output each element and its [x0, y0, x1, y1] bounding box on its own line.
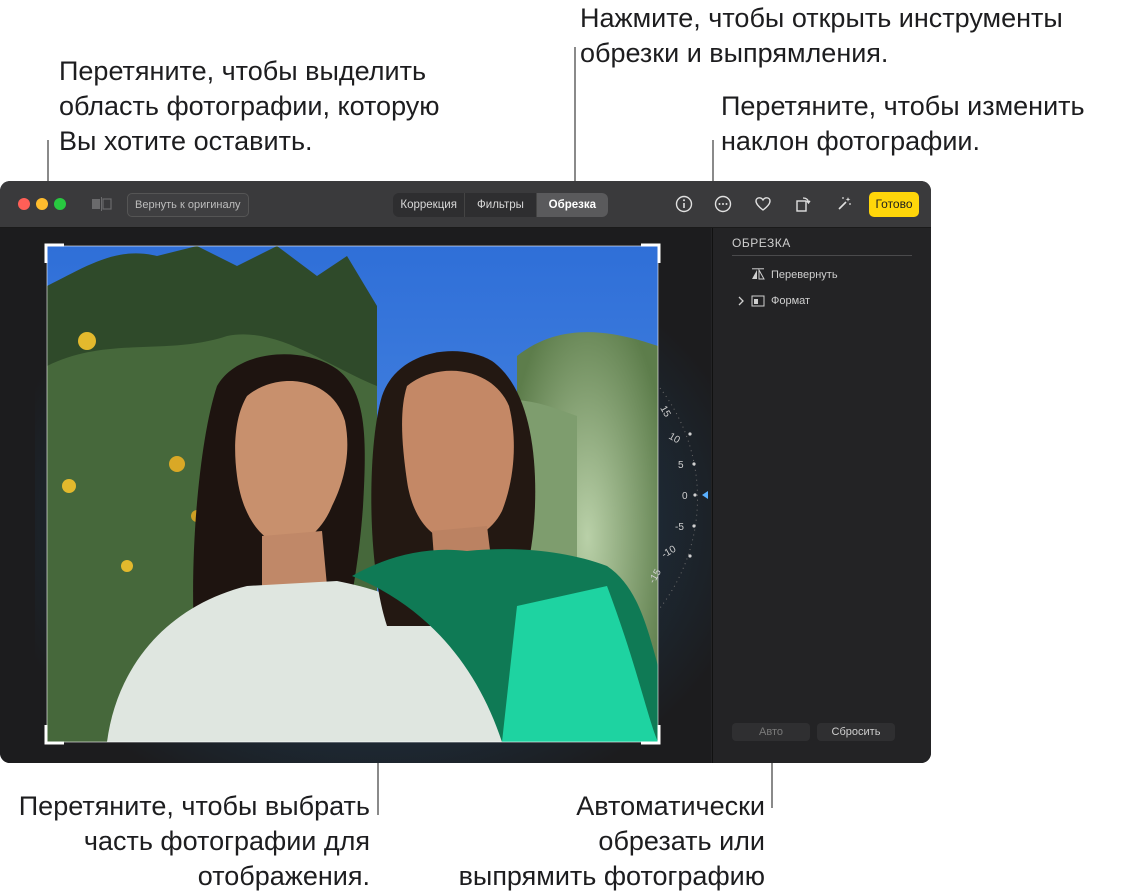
straighten-dial[interactable]: 15 10 5 0 -5 -10 -15	[650, 378, 710, 618]
callout-crop-area: Перетяните, чтобы выделить область фотог…	[59, 56, 440, 156]
dial-label-15: 15	[657, 404, 672, 420]
dial-pointer-icon	[702, 491, 708, 499]
tab-filters[interactable]: Фильтры	[465, 193, 537, 217]
compare-icon[interactable]	[91, 197, 113, 211]
minimize-window-button[interactable]	[36, 198, 48, 210]
auto-button[interactable]: Авто	[732, 723, 810, 741]
callout-auto: Автоматически обрезать или выпрямить фот…	[458, 791, 765, 891]
dial-label-minus-15: -15	[650, 567, 664, 585]
aspect-ratio-icon	[751, 295, 765, 307]
leader-crop-tools	[574, 47, 576, 195]
close-window-button[interactable]	[18, 198, 30, 210]
done-button[interactable]: Готово	[869, 192, 919, 217]
callout-crop-tools: Нажмите, чтобы открыть инструменты обрез…	[580, 3, 1063, 68]
edit-mode-tabs: Коррекция Фильтры Обрезка	[393, 193, 608, 217]
dial-label-0: 0	[682, 491, 688, 502]
magic-wand-icon[interactable]	[834, 194, 854, 214]
crop-sidebar: ОБРЕЗКА Перевернуть Формат Авто Сбросить	[712, 228, 931, 763]
tab-adjust[interactable]: Коррекция	[393, 193, 466, 217]
zoom-window-button[interactable]	[54, 198, 66, 210]
callout-tilt: Перетяните, чтобы изменить наклон фотогр…	[721, 91, 1085, 156]
toolbar: Вернуть к оригиналу Коррекция Фильтры Об…	[0, 181, 931, 228]
rotate-icon[interactable]	[793, 194, 813, 214]
dial-label-5: 5	[678, 460, 684, 471]
flip-button[interactable]: Перевернуть	[771, 269, 838, 281]
sidebar-title: ОБРЕЗКА	[732, 236, 791, 250]
heart-icon[interactable]	[753, 194, 773, 214]
reset-button[interactable]: Сбросить	[817, 723, 895, 741]
dial-label-10: 10	[667, 431, 683, 446]
crop-frame[interactable]	[44, 243, 661, 745]
revert-to-original-button[interactable]: Вернуть к оригиналу	[127, 193, 249, 217]
callout-pan: Перетяните, чтобы выбрать часть фотограф…	[18, 791, 370, 891]
format-item[interactable]: Формат	[771, 295, 810, 307]
chevron-right-icon[interactable]	[737, 296, 745, 306]
tab-crop[interactable]: Обрезка	[536, 193, 608, 217]
dial-label-minus-5: -5	[675, 522, 684, 533]
flip-icon[interactable]	[751, 268, 765, 280]
info-icon[interactable]	[674, 194, 694, 214]
photo-canvas[interactable]: 15 10 5 0 -5 -10 -15	[0, 228, 711, 763]
sidebar-divider	[732, 255, 912, 256]
photos-window: Вернуть к оригиналу Коррекция Фильтры Об…	[0, 181, 931, 763]
more-icon[interactable]	[713, 194, 733, 214]
dial-label-minus-10: -10	[660, 544, 678, 561]
